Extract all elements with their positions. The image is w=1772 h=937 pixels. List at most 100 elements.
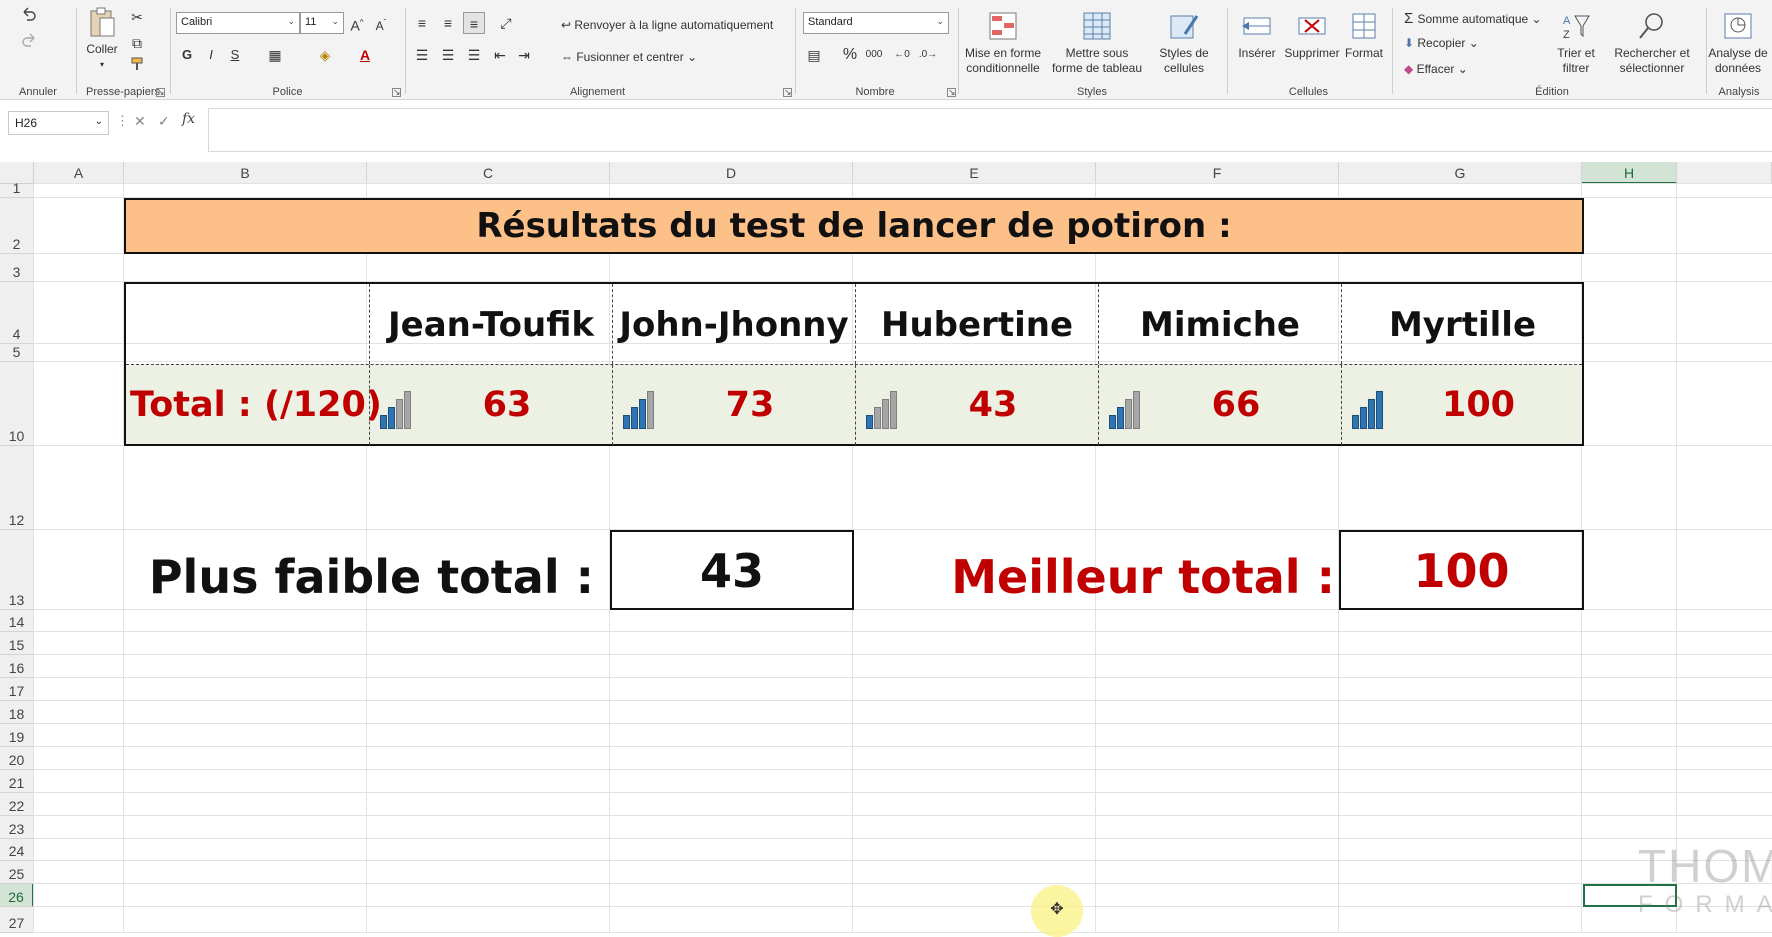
borders-icon[interactable]: ▦ — [264, 44, 286, 66]
player-name-cell[interactable]: Myrtille — [1341, 284, 1583, 364]
align-left-icon[interactable]: ☰ — [411, 44, 433, 66]
merge-center-button[interactable]: ⇔ Fusionner et centrer ⌄ — [561, 50, 697, 64]
number-format-combo[interactable]: Standard ⌄ — [803, 12, 949, 34]
decrease-decimal-icon[interactable]: .0→ — [917, 44, 939, 66]
formula-input[interactable] — [208, 108, 1772, 152]
format-as-table-button[interactable]: Mettre sous forme de tableau — [1050, 10, 1144, 76]
row-header-19[interactable]: 19 — [0, 724, 34, 747]
find-select-button[interactable]: Rechercher et sélectionner — [1606, 10, 1698, 76]
column-header-d[interactable]: D — [610, 162, 853, 184]
player-name-cell[interactable]: John-Jhonny — [612, 284, 855, 364]
insert-button[interactable]: Insérer — [1231, 10, 1283, 61]
column-header-b[interactable]: B — [124, 162, 367, 184]
decrease-indent-icon[interactable]: ⇤ — [489, 44, 511, 66]
row-header-26[interactable]: 26 — [0, 884, 34, 907]
fill-color-icon[interactable]: ◈ — [314, 44, 336, 66]
row-header-17[interactable]: 17 — [0, 678, 34, 701]
row-header-5[interactable]: 5 — [0, 344, 34, 362]
clear-button[interactable]: ◆ Effacer ⌄ — [1404, 62, 1468, 76]
increase-decimal-icon[interactable]: ←0 — [891, 44, 913, 66]
alignment-launcher-icon[interactable]: ↘ — [783, 88, 792, 97]
sheet-title[interactable]: Résultats du test de lancer de potiron : — [124, 198, 1584, 254]
sort-filter-button[interactable]: AZ Trier et filtrer — [1554, 10, 1598, 76]
lowest-total-value[interactable]: 43 — [610, 530, 854, 610]
format-button[interactable]: Format — [1341, 10, 1387, 61]
player-score-cell[interactable]: 100 — [1341, 365, 1583, 445]
row-header-14[interactable]: 14 — [0, 610, 34, 632]
align-top-icon[interactable]: ≡ — [411, 12, 433, 34]
row-header-18[interactable]: 18 — [0, 701, 34, 724]
thousands-button[interactable]: 000 — [863, 44, 885, 66]
cancel-icon[interactable]: ✕ — [134, 113, 146, 130]
wrap-text-button[interactable]: ↩ Renvoyer à la ligne automatiquement — [561, 18, 773, 32]
column-header-a[interactable]: A — [34, 162, 124, 184]
enter-icon[interactable]: ✓ — [158, 113, 170, 130]
column-header-f[interactable]: F — [1096, 162, 1339, 184]
align-right-icon[interactable]: ☰ — [463, 44, 485, 66]
increase-font-icon[interactable]: A^ — [346, 12, 368, 34]
row-header-1[interactable]: 1 — [0, 180, 34, 198]
column-header-h[interactable]: H — [1582, 162, 1677, 184]
column-header-e[interactable]: E — [853, 162, 1096, 184]
row-header-25[interactable]: 25 — [0, 861, 34, 884]
increase-indent-icon[interactable]: ⇥ — [513, 44, 535, 66]
player-name-cell[interactable]: Jean-Toufik — [369, 284, 612, 364]
number-launcher-icon[interactable]: ↘ — [947, 88, 956, 97]
delete-button[interactable]: Supprimer — [1283, 10, 1341, 61]
fill-button[interactable]: ⬇ Recopier ⌄ — [1404, 36, 1479, 50]
italic-button[interactable]: I — [200, 44, 222, 66]
percent-button[interactable]: % — [839, 44, 861, 66]
row-header-15[interactable]: 15 — [0, 632, 34, 655]
conditional-formatting-button[interactable]: Mise en forme conditionnelle — [960, 10, 1046, 76]
best-total-value[interactable]: 100 — [1339, 530, 1584, 610]
align-center-icon[interactable]: ☰ — [437, 44, 459, 66]
best-total-label[interactable]: Meilleur total : — [940, 538, 1335, 612]
align-bottom-icon[interactable]: ≡ — [463, 12, 485, 34]
autosum-button[interactable]: Σ Somme automatique ⌄ — [1404, 10, 1542, 27]
redo-icon[interactable] — [18, 32, 40, 54]
font-size-combo[interactable]: 11 ⌄ — [300, 12, 344, 34]
player-name-cell[interactable]: Hubertine — [855, 284, 1098, 364]
more-options-icon[interactable]: ⋮ — [116, 113, 129, 129]
copy-icon[interactable]: ⧉ — [126, 32, 148, 54]
font-color-icon[interactable]: A — [354, 44, 376, 66]
player-score-cell[interactable]: 63 — [369, 365, 612, 445]
column-header-c[interactable]: C — [367, 162, 610, 184]
column-header-g[interactable]: G — [1339, 162, 1582, 184]
row-header-23[interactable]: 23 — [0, 816, 34, 839]
row-header-20[interactable]: 20 — [0, 747, 34, 770]
paste-button[interactable]: Coller ▾ — [80, 6, 124, 72]
row-header-2[interactable]: 2 — [0, 198, 34, 254]
insert-function-button[interactable]: fx — [182, 111, 195, 127]
player-score-cell[interactable]: 43 — [855, 365, 1098, 445]
format-painter-icon[interactable] — [126, 56, 148, 78]
font-name-combo[interactable]: Calibri ⌄ — [176, 12, 300, 34]
total-label[interactable]: Total : (/120) — [126, 365, 382, 445]
row-header-22[interactable]: 22 — [0, 793, 34, 816]
player-name-cell[interactable]: Mimiche — [1098, 284, 1341, 364]
row-header-27[interactable]: 27 — [0, 907, 34, 933]
analyze-data-button[interactable]: Analyse de données — [1706, 10, 1770, 76]
row-header-12[interactable]: 12 — [0, 446, 34, 530]
undo-icon[interactable] — [18, 6, 40, 28]
row-header-24[interactable]: 24 — [0, 839, 34, 861]
cell-styles-button[interactable]: Styles de cellules — [1148, 10, 1220, 76]
align-middle-icon[interactable]: ≡ — [437, 12, 459, 34]
row-header-13[interactable]: 13 — [0, 530, 34, 610]
orientation-icon[interactable]: ⤢ — [495, 12, 517, 34]
row-header-21[interactable]: 21 — [0, 770, 34, 793]
underline-button[interactable]: S — [224, 44, 246, 66]
cut-icon[interactable]: ✂ — [126, 6, 148, 28]
decrease-font-icon[interactable]: Aˇ — [370, 12, 392, 34]
row-header-16[interactable]: 16 — [0, 655, 34, 678]
row-header-4[interactable]: 4 — [0, 282, 34, 344]
row-header-3[interactable]: 3 — [0, 254, 34, 282]
name-box[interactable]: H26 ⌄ — [8, 111, 109, 135]
player-score-cell[interactable]: 73 — [612, 365, 855, 445]
currency-icon[interactable]: ▤ — [803, 44, 825, 66]
player-score-cell[interactable]: 66 — [1098, 365, 1341, 445]
bold-button[interactable]: G — [176, 44, 198, 66]
font-launcher-icon[interactable]: ↘ — [392, 88, 401, 97]
row-header-10[interactable]: 10 — [0, 362, 34, 446]
lowest-total-label[interactable]: Plus faible total : — [124, 538, 594, 612]
